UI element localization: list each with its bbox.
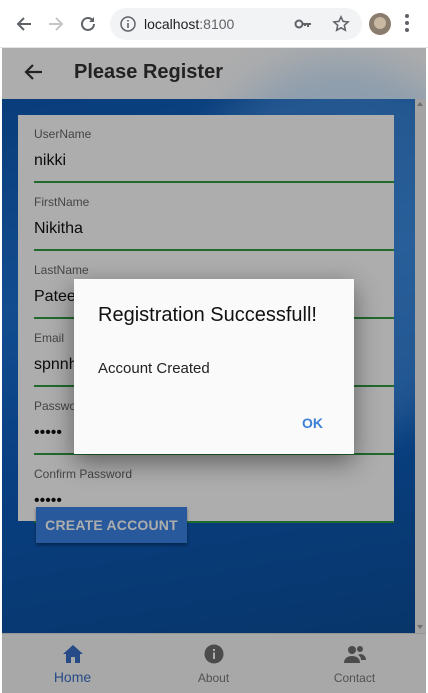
back-arrow-icon[interactable] xyxy=(12,12,36,36)
ok-button[interactable]: OK xyxy=(302,415,323,431)
address-bar[interactable]: localhost:8100 xyxy=(110,8,362,40)
forward-arrow-icon[interactable] xyxy=(44,12,68,36)
reload-icon[interactable] xyxy=(76,12,100,36)
key-icon[interactable] xyxy=(294,16,312,37)
profile-avatar[interactable] xyxy=(369,13,391,35)
alert-dialog: Registration Successfull! Account Create… xyxy=(74,279,354,454)
info-icon[interactable] xyxy=(120,16,136,37)
browser-toolbar: localhost:8100 xyxy=(0,0,428,48)
menu-kebab-icon[interactable] xyxy=(404,13,410,38)
dialog-message: Account Created xyxy=(98,360,210,377)
url-text: localhost:8100 xyxy=(144,16,235,32)
star-icon[interactable] xyxy=(332,14,350,38)
dialog-title: Registration Successfull! xyxy=(98,304,317,326)
